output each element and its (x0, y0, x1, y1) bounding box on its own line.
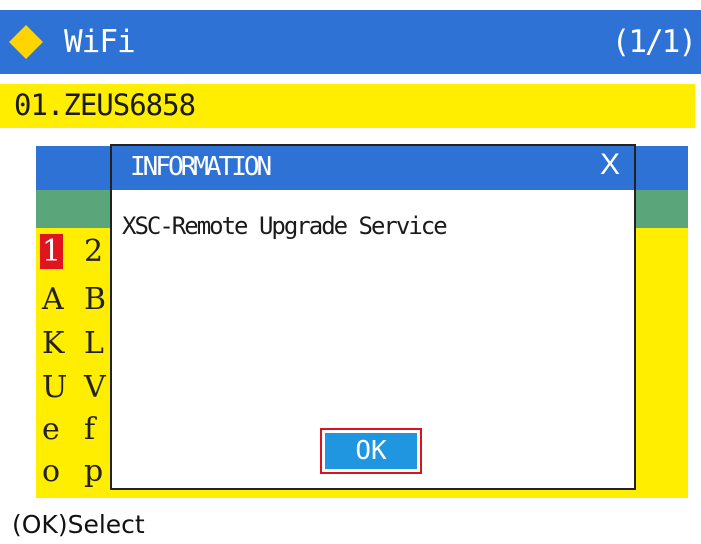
diamond-icon (9, 25, 43, 59)
network-list-item[interactable]: 01.ZEUS6858 (0, 84, 695, 128)
dialog-title: INFORMATION (130, 152, 272, 182)
information-dialog: INFORMATION X XSC-Remote Upgrade Service… (110, 144, 636, 490)
key-selected[interactable]: 1 (40, 234, 64, 269)
key[interactable]: e (42, 412, 60, 447)
ok-button[interactable]: OK (325, 433, 417, 469)
close-button[interactable]: X (600, 148, 620, 182)
dialog-message: XSC-Remote Upgrade Service (122, 212, 448, 240)
key[interactable]: A (42, 282, 64, 317)
key[interactable]: o (42, 454, 60, 489)
network-label: 01.ZEUS6858 (14, 88, 196, 122)
key[interactable]: 2 (84, 234, 103, 269)
page-title: WiFi (64, 24, 136, 60)
footer-hint: (OK)Select (12, 510, 145, 539)
key[interactable]: V (84, 370, 106, 405)
key[interactable]: L (84, 326, 104, 361)
title-bar: WiFi (1/1) (0, 10, 701, 74)
ok-button-focus-ring: OK (320, 428, 422, 474)
dialog-header: INFORMATION X (112, 146, 634, 190)
key[interactable]: U (42, 370, 67, 405)
key[interactable]: p (84, 454, 103, 489)
key[interactable]: K (42, 326, 64, 361)
key[interactable]: B (84, 282, 106, 317)
key[interactable]: f (84, 412, 95, 447)
page-counter: (1/1) (611, 24, 697, 60)
